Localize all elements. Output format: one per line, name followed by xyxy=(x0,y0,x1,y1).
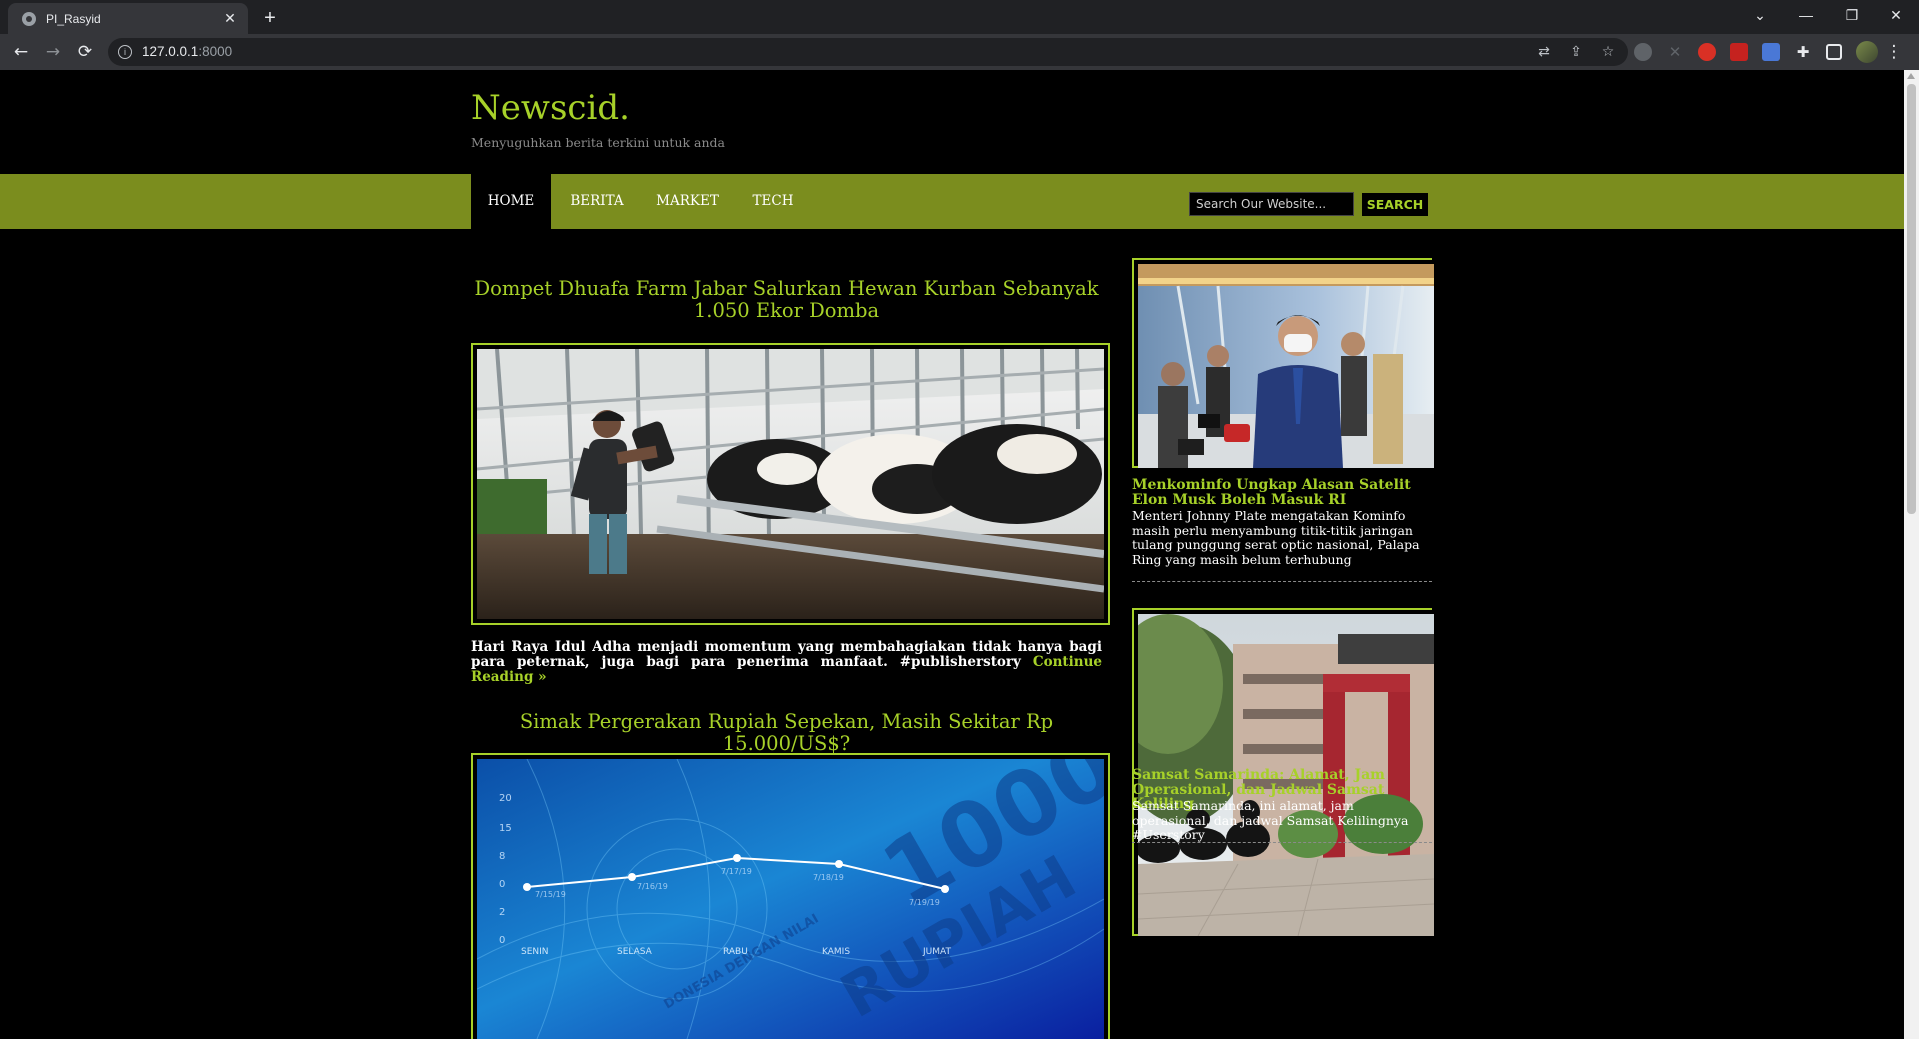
site-title[interactable]: Newscid. xyxy=(471,88,630,128)
post-image-frame[interactable] xyxy=(471,343,1110,625)
bookmark-star-icon[interactable]: ☆ xyxy=(1594,38,1622,66)
chart-date-label: 7/17/19 xyxy=(721,867,752,876)
post-image-rupiah[interactable]: RUPIAH 1000 DONESIA DENGAN NILAI 20 15 8… xyxy=(477,759,1104,1039)
scrollbar-thumb[interactable] xyxy=(1907,84,1916,514)
extensions-puzzle-icon[interactable]: ✚ xyxy=(1794,43,1812,61)
extension-x-icon[interactable]: ✕ xyxy=(1666,43,1684,61)
search-input[interactable] xyxy=(1189,192,1354,216)
side-panel-icon[interactable] xyxy=(1826,44,1842,60)
extension-translate-icon[interactable] xyxy=(1762,43,1780,61)
page-viewport: Newscid. Menyuguhkan berita terkini untu… xyxy=(0,70,1904,1039)
chart-day-label: RABU xyxy=(723,947,748,957)
sidebar-article-desc: Menteri Johnny Plate mengatakan Kominfo … xyxy=(1132,508,1420,567)
chart-day-label: SENIN xyxy=(521,947,549,957)
browser-menu-icon[interactable]: ⋮ xyxy=(1884,38,1904,66)
post-excerpt: Hari Raya Idul Adha menjadi momentum yan… xyxy=(471,639,1103,685)
forward-button[interactable]: → xyxy=(39,38,67,66)
restore-button[interactable]: ❐ xyxy=(1829,0,1875,30)
extension-red-icon[interactable] xyxy=(1698,43,1716,61)
close-window-button[interactable]: ✕ xyxy=(1873,0,1919,30)
chart-y-tick: 0 xyxy=(499,879,505,890)
site-info-icon[interactable]: i xyxy=(118,45,132,59)
back-button[interactable]: ← xyxy=(7,38,35,66)
chart-date-label: 7/16/19 xyxy=(637,882,668,891)
sidebar-divider xyxy=(1132,581,1432,582)
tab-close-icon[interactable]: ✕ xyxy=(220,10,240,27)
tab-search-icon[interactable]: ⌄ xyxy=(1737,0,1783,30)
post-image-frame[interactable]: RUPIAH 1000 DONESIA DENGAN NILAI 20 15 8… xyxy=(471,753,1110,1039)
chart-y-tick: 8 xyxy=(499,851,505,862)
translate-icon[interactable]: ⇄ xyxy=(1530,38,1558,66)
menkominfo-photo xyxy=(1138,264,1434,468)
chart-y-tick: 15 xyxy=(499,823,512,834)
post-title[interactable]: Simak Pergerakan Rupiah Sepekan, Masih S… xyxy=(471,711,1102,755)
main-navbar: HOME BERITA MARKET TECH SEARCH xyxy=(0,174,1904,229)
chart-day-label: KAMIS xyxy=(822,947,850,957)
sidebar-article-desc: Samsat Samarinda, ini alamat, jam operas… xyxy=(1132,798,1409,842)
extension-video-icon[interactable] xyxy=(1730,43,1748,61)
farm-photo xyxy=(477,349,1104,619)
nav-tech[interactable]: TECH xyxy=(741,174,805,229)
chart-date-label: 7/15/19 xyxy=(535,890,566,899)
chart-y-tick: 2 xyxy=(499,907,505,918)
minimize-button[interactable]: — xyxy=(1783,0,1829,30)
nav-berita[interactable]: BERITA xyxy=(556,174,638,229)
new-tab-button[interactable]: + xyxy=(258,6,282,30)
browser-toolbar: ← → ⟳ i 127.0.0.1:8000 ⇄ ⇪ ☆ ✕ ✚ ⋮ xyxy=(0,34,1919,70)
scroll-up-arrow-icon[interactable] xyxy=(1907,73,1915,79)
sidebar-article-title[interactable]: Menkominfo Ungkap Alasan Satelit Elon Mu… xyxy=(1132,478,1432,507)
reload-button[interactable]: ⟳ xyxy=(71,38,99,66)
sidebar-divider xyxy=(1132,842,1432,843)
chart-day-label: SELASA xyxy=(617,947,653,957)
nav-home[interactable]: HOME xyxy=(471,174,551,229)
extension-glasses-icon[interactable] xyxy=(1634,43,1652,61)
nav-market[interactable]: MARKET xyxy=(645,174,730,229)
chart-y-tick: 0 xyxy=(499,935,505,946)
tab-title: PI_Rasyid xyxy=(46,11,101,26)
globe-icon xyxy=(22,11,36,26)
profile-avatar[interactable] xyxy=(1856,41,1878,63)
sidebar-image-frame[interactable] xyxy=(1132,258,1434,468)
chart-date-label: 7/19/19 xyxy=(909,898,940,907)
post-title[interactable]: Dompet Dhuafa Farm Jabar Salurkan Hewan … xyxy=(471,278,1102,322)
search-button[interactable]: SEARCH xyxy=(1361,192,1429,217)
url-text: 127.0.0.1:8000 xyxy=(142,44,233,59)
share-icon[interactable]: ⇪ xyxy=(1562,38,1590,66)
chart-y-tick: 20 xyxy=(499,793,512,804)
browser-tab[interactable]: PI_Rasyid ✕ xyxy=(8,3,248,34)
post-image-farm[interactable] xyxy=(477,349,1104,619)
chart-date-label: 7/18/19 xyxy=(813,873,844,882)
address-bar[interactable]: i 127.0.0.1:8000 ⇄ ⇪ ☆ xyxy=(108,38,1628,66)
page-scrollbar[interactable] xyxy=(1904,70,1919,1039)
rupiah-photo: RUPIAH 1000 DONESIA DENGAN NILAI 20 15 8… xyxy=(477,759,1104,1039)
chart-day-label: JUMAT xyxy=(922,947,951,957)
site-tagline: Menyuguhkan berita terkini untuk anda xyxy=(471,135,726,150)
browser-tab-strip: PI_Rasyid ✕ + ⌄ — ❐ ✕ xyxy=(0,0,1919,34)
